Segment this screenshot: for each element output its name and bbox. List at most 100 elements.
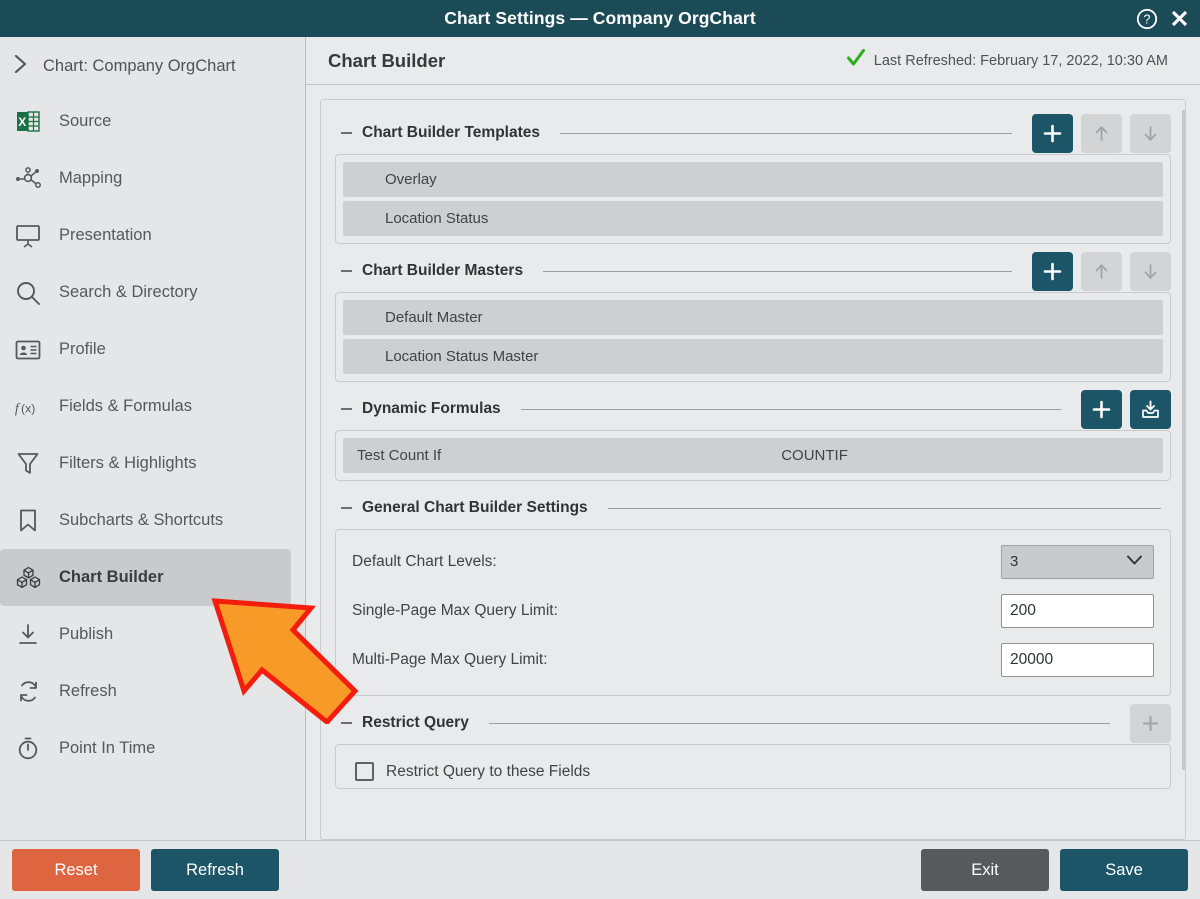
move-template-down-button[interactable] xyxy=(1130,113,1171,153)
sidebar-item-subcharts-shortcuts[interactable]: Subcharts & Shortcuts xyxy=(0,492,291,549)
section-actions xyxy=(1130,703,1171,743)
master-name: Location Status Master xyxy=(385,348,539,365)
formula-name: Test Count If xyxy=(357,447,442,464)
reset-button[interactable]: Reset xyxy=(12,849,140,891)
section-header: Dynamic Formulas xyxy=(335,388,1171,430)
add-formula-button[interactable] xyxy=(1081,389,1122,429)
single-page-limit-wrap xyxy=(1001,593,1154,628)
sidebar-item-refresh[interactable]: Refresh xyxy=(0,663,291,720)
setting-label: Default Chart Levels: xyxy=(352,552,497,570)
section-title: General Chart Builder Settings xyxy=(362,499,588,516)
restrict-query-checkbox[interactable] xyxy=(355,762,374,781)
section-dynamic-formulas: Dynamic Formulas Test Count If COUNTIF xyxy=(335,388,1171,481)
collapse-toggle-icon[interactable] xyxy=(341,132,352,134)
section-chart-builder-templates: Chart Builder Templates Overlay Location… xyxy=(335,112,1171,244)
sidebar-item-label: Subcharts & Shortcuts xyxy=(59,511,224,529)
collapse-toggle-icon[interactable] xyxy=(341,270,352,272)
breadcrumb-label: Chart: Company OrgChart xyxy=(43,56,236,75)
sidebar-item-publish[interactable]: Publish xyxy=(0,606,291,663)
default-chart-levels-select-wrap: 3 xyxy=(1001,544,1154,579)
list-item[interactable]: Location Status xyxy=(343,201,1163,236)
collapse-toggle-icon[interactable] xyxy=(341,507,352,509)
list-item[interactable]: Test Count If COUNTIF xyxy=(343,438,1163,473)
master-name: Default Master xyxy=(385,309,483,326)
single-page-max-query-limit-input[interactable] xyxy=(1001,593,1154,628)
sidebar-item-label: Publish xyxy=(59,625,114,643)
section-title: Dynamic Formulas xyxy=(362,400,501,417)
sidebar-item-label: Profile xyxy=(59,340,106,358)
last-refreshed-text: Last Refreshed: February 17, 2022, 10:30… xyxy=(873,52,1168,69)
section-chart-builder-masters: Chart Builder Masters Default Master Loc… xyxy=(335,250,1171,382)
help-circle-icon[interactable]: ? xyxy=(1136,8,1158,30)
setting-label: Multi-Page Max Query Limit: xyxy=(352,650,548,668)
list-item[interactable]: Overlay xyxy=(343,162,1163,197)
restrict-query-checkbox-row[interactable]: Restrict Query to these Fields xyxy=(343,752,1163,781)
close-icon[interactable] xyxy=(1169,8,1190,29)
sidebar-item-label: Source xyxy=(59,112,112,130)
settings-scroll-area: Chart Builder Templates Overlay Location… xyxy=(306,85,1200,840)
collapse-toggle-icon[interactable] xyxy=(341,408,352,410)
add-restrict-field-button[interactable] xyxy=(1130,703,1171,743)
svg-text:X: X xyxy=(18,115,26,129)
section-header: Chart Builder Templates xyxy=(335,112,1171,154)
section-actions xyxy=(1032,113,1171,153)
green-check-icon xyxy=(846,48,866,73)
setting-default-chart-levels: Default Chart Levels: 3 xyxy=(352,540,1154,583)
content-area: Chart Builder Last Refreshed: February 1… xyxy=(306,37,1200,840)
template-name: Overlay xyxy=(385,171,437,188)
presentation-screen-icon xyxy=(14,223,42,248)
id-card-icon xyxy=(14,339,42,361)
settings-panel: Chart Builder Templates Overlay Location… xyxy=(320,99,1186,840)
section-divider xyxy=(560,132,1012,134)
section-divider xyxy=(520,408,1061,410)
vertical-scrollbar[interactable] xyxy=(1182,110,1185,810)
sidebar-item-label: Filters & Highlights xyxy=(59,454,197,472)
svg-text:?: ? xyxy=(1144,12,1151,26)
sidebar-item-filters-highlights[interactable]: Filters & Highlights xyxy=(0,435,291,492)
content-header: Chart Builder Last Refreshed: February 1… xyxy=(306,37,1200,85)
move-master-up-button[interactable] xyxy=(1081,251,1122,291)
scrollbar-thumb[interactable] xyxy=(1182,110,1185,770)
funnel-icon xyxy=(14,451,42,476)
formula-list: Test Count If COUNTIF xyxy=(335,430,1171,481)
list-item[interactable]: Default Master xyxy=(343,300,1163,335)
sidebar-item-point-in-time[interactable]: Point In Time xyxy=(0,720,291,777)
collapse-toggle-icon[interactable] xyxy=(341,722,352,724)
exit-button[interactable]: Exit xyxy=(921,849,1049,891)
sidebar-item-chart-builder[interactable]: Chart Builder xyxy=(0,549,291,606)
refresh-status: Last Refreshed: February 17, 2022, 10:30… xyxy=(846,48,1168,73)
add-template-button[interactable] xyxy=(1032,113,1073,153)
section-title: Chart Builder Templates xyxy=(362,124,541,141)
general-settings-box: Default Chart Levels: 3 Single-Page Max … xyxy=(335,529,1171,696)
sidebar-item-mapping[interactable]: Mapping xyxy=(0,150,291,207)
save-button[interactable]: Save xyxy=(1060,849,1188,891)
node-graph-icon xyxy=(14,166,42,191)
sidebar-item-presentation[interactable]: Presentation xyxy=(0,207,291,264)
import-tray-icon[interactable] xyxy=(1130,389,1171,429)
sidebar-item-label: Point In Time xyxy=(59,739,156,757)
list-item[interactable]: Location Status Master xyxy=(343,339,1163,374)
svg-text:f: f xyxy=(15,401,21,416)
add-master-button[interactable] xyxy=(1032,251,1073,291)
function-fx-icon: f (x) xyxy=(14,395,42,419)
section-actions xyxy=(1081,389,1171,429)
sidebar-item-search-directory[interactable]: Search & Directory xyxy=(0,264,291,321)
multi-page-max-query-limit-input[interactable] xyxy=(1001,642,1154,677)
section-divider xyxy=(488,722,1110,724)
sidebar-item-label: Refresh xyxy=(59,682,117,700)
section-general-settings: General Chart Builder Settings Default C… xyxy=(335,487,1171,696)
sidebar-item-profile[interactable]: Profile xyxy=(0,321,291,378)
publish-download-icon xyxy=(14,622,42,647)
setting-label: Single-Page Max Query Limit: xyxy=(352,601,558,619)
svg-text:(x): (x) xyxy=(21,401,35,415)
sidebar-item-source[interactable]: X Source xyxy=(0,93,291,150)
move-master-down-button[interactable] xyxy=(1130,251,1171,291)
window-title: Chart Settings — Company OrgChart xyxy=(444,8,756,28)
magnifier-icon xyxy=(14,280,42,306)
refresh-button[interactable]: Refresh xyxy=(151,849,279,891)
sidebar-item-fields-formulas[interactable]: f (x) Fields & Formulas xyxy=(0,378,291,435)
breadcrumb[interactable]: Chart: Company OrgChart xyxy=(0,39,305,93)
sidebar-item-label: Presentation xyxy=(59,226,152,244)
move-template-up-button[interactable] xyxy=(1081,113,1122,153)
default-chart-levels-select[interactable]: 3 xyxy=(1001,544,1154,579)
